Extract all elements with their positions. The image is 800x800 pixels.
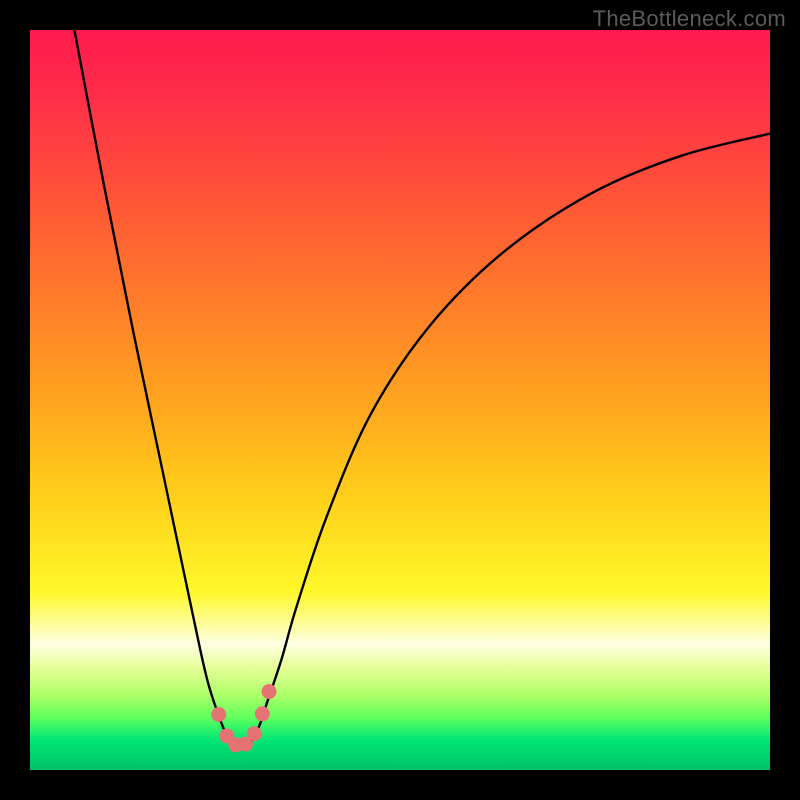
- watermark-text: TheBottleneck.com: [593, 6, 786, 32]
- bottleneck-curve-path: [74, 30, 770, 749]
- curve-marker-dot: [262, 684, 277, 699]
- curve-marker-dot: [247, 726, 262, 741]
- chart-frame: TheBottleneck.com: [0, 0, 800, 800]
- plot-area: [30, 30, 770, 770]
- bottleneck-bottom-dots: [211, 684, 276, 752]
- bottleneck-curve-svg: [30, 30, 770, 770]
- curve-marker-dot: [255, 706, 270, 721]
- curve-marker-dot: [211, 707, 226, 722]
